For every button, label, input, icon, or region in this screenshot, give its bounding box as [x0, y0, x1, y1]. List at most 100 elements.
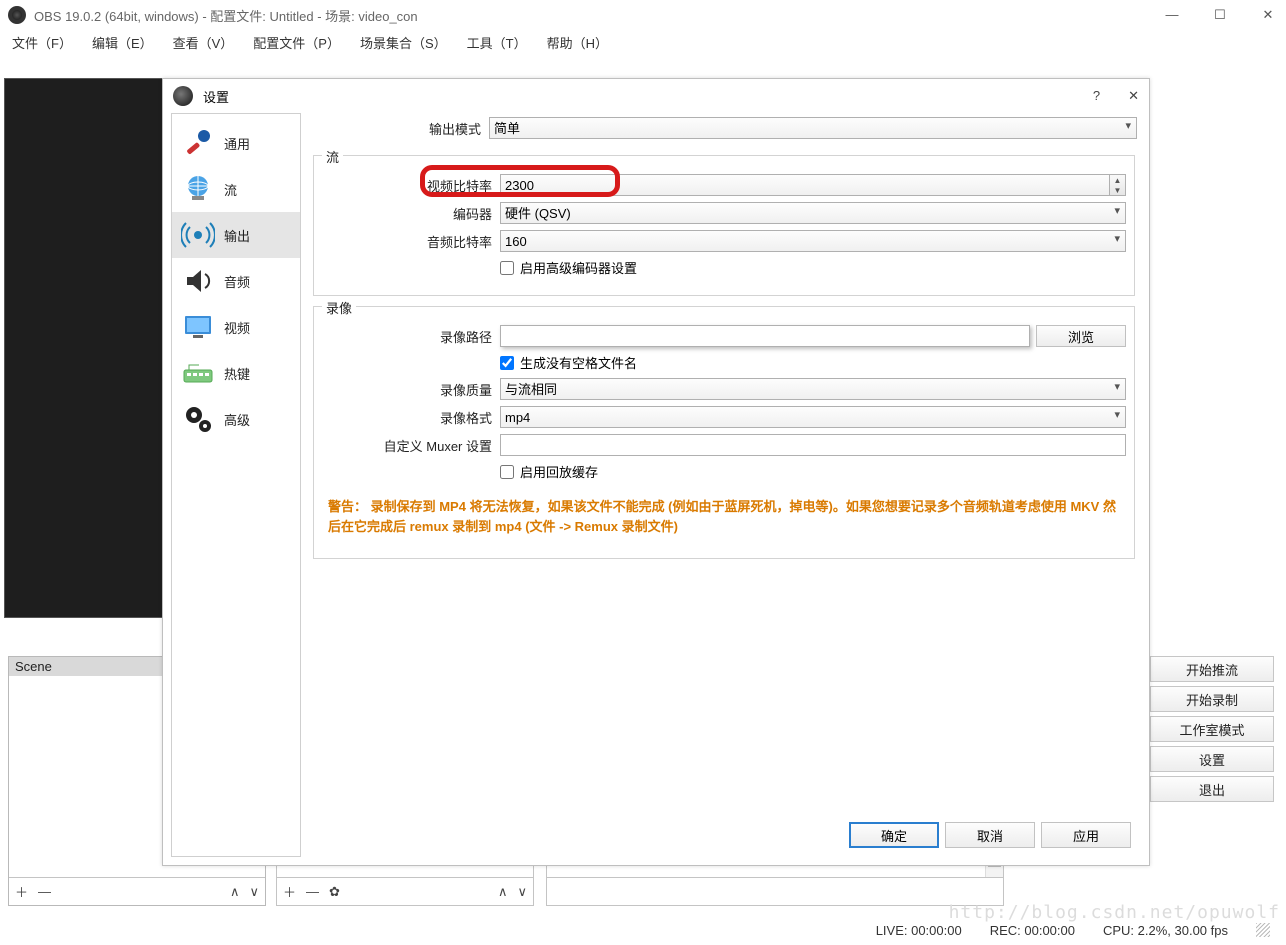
settings-sidebar: 通用 流 输出 音频 视频 热键 [171, 113, 301, 857]
obs-icon [173, 86, 193, 106]
custom-muxer-label: 自定义 Muxer 设置 [322, 436, 500, 455]
scenes-label: 场景 [10, 632, 36, 651]
gear-icon [180, 401, 216, 437]
exit-button[interactable]: 退出 [1150, 776, 1274, 802]
menu-scene-collection[interactable]: 场景集合（S） [354, 31, 453, 54]
stream-group-title: 流 [322, 147, 343, 166]
record-format-label: 录像格式 [322, 408, 500, 427]
window-title: OBS 19.0.2 (64bit, windows) - 配置文件: Unti… [34, 6, 418, 25]
wrench-icon [180, 125, 216, 161]
mp4-warning-text: 警告： 录制保存到 MP4 将无法恢复，如果该文件不能完成 (例如由于蓝屏死机，… [322, 487, 1126, 546]
menu-view[interactable]: 查看（V） [167, 31, 240, 54]
sources-settings-button[interactable]: ✿ [329, 884, 340, 900]
resize-grip-icon[interactable] [1256, 923, 1270, 937]
cancel-button[interactable]: 取消 [945, 822, 1035, 848]
dialog-close-button[interactable]: ✕ [1128, 88, 1139, 104]
src-move-down-button[interactable]: ∨ [517, 884, 527, 900]
help-button[interactable]: ? [1093, 88, 1100, 104]
scenes-toolbar: ＋ — ∧ ∨ [9, 877, 265, 905]
main-titlebar: OBS 19.0.2 (64bit, windows) - 配置文件: Unti… [0, 0, 1286, 30]
mixer-toolbar [547, 877, 1003, 905]
minimize-button[interactable]: — [1162, 7, 1182, 23]
record-quality-select[interactable]: 与流相同 [500, 378, 1126, 400]
sidebar-item-label: 热键 [224, 364, 250, 383]
monitor-icon [180, 309, 216, 345]
spinner-arrows[interactable]: ▲▼ [1109, 175, 1125, 195]
menu-profile[interactable]: 配置文件（P） [247, 31, 346, 54]
sidebar-item-stream[interactable]: 流 [172, 166, 300, 212]
no-space-filename-checkbox[interactable] [500, 356, 514, 370]
video-bitrate-input[interactable] [500, 174, 1126, 196]
close-button[interactable]: ✕ [1258, 7, 1278, 23]
keyboard-icon [180, 355, 216, 391]
broadcast-icon [180, 217, 216, 253]
start-stream-button[interactable]: 开始推流 [1150, 656, 1274, 682]
video-bitrate-label: 视频比特率 [322, 176, 500, 195]
dialog-title: 设置 [203, 87, 229, 106]
add-source-button[interactable]: ＋ [283, 882, 296, 901]
enable-replay-buffer-checkbox[interactable] [500, 465, 514, 479]
record-groupbox: 录像 录像路径 浏览 生成没有空格文件名 录像质量 与流相同 [313, 306, 1135, 559]
record-group-title: 录像 [322, 298, 356, 317]
enable-advanced-encoder-checkbox[interactable] [500, 261, 514, 275]
move-up-button[interactable]: ∧ [230, 884, 240, 900]
record-quality-label: 录像质量 [322, 380, 500, 399]
remove-scene-button[interactable]: — [38, 884, 51, 899]
record-path-label: 录像路径 [322, 327, 500, 346]
move-down-button[interactable]: ∨ [249, 884, 259, 900]
speaker-icon [180, 263, 216, 299]
settings-dialog: 设置 ? ✕ 通用 流 输出 音频 [162, 78, 1150, 866]
start-record-button[interactable]: 开始录制 [1150, 686, 1274, 712]
statusbar: LIVE: 00:00:00 REC: 00:00:00 CPU: 2.2%, … [0, 919, 1276, 941]
sources-toolbar: ＋ — ✿ ∧ ∨ [277, 877, 533, 905]
sidebar-item-advanced[interactable]: 高级 [172, 396, 300, 442]
globe-icon [180, 171, 216, 207]
sidebar-item-audio[interactable]: 音频 [172, 258, 300, 304]
menu-tools[interactable]: 工具（T） [461, 31, 533, 54]
sidebar-item-label: 高级 [224, 410, 250, 429]
menu-help[interactable]: 帮助（H） [541, 31, 614, 54]
sidebar-item-label: 视频 [224, 318, 250, 337]
obs-icon [8, 6, 26, 24]
src-move-up-button[interactable]: ∧ [498, 884, 508, 900]
enable-replay-buffer-label: 启用回放缓存 [520, 462, 598, 481]
status-rec: REC: 00:00:00 [990, 923, 1075, 938]
record-format-select[interactable]: mp4 [500, 406, 1126, 428]
output-mode-select[interactable]: 简单 [489, 117, 1137, 139]
sidebar-item-label: 通用 [224, 134, 250, 153]
menu-edit[interactable]: 编辑（E） [86, 31, 159, 54]
ok-button[interactable]: 确定 [849, 822, 939, 848]
output-mode-label: 输出模式 [311, 119, 489, 138]
sidebar-item-label: 音频 [224, 272, 250, 291]
encoder-label: 编码器 [322, 204, 500, 223]
enable-advanced-encoder-label: 启用高级编码器设置 [520, 258, 637, 277]
no-space-filename-label: 生成没有空格文件名 [520, 353, 637, 372]
sidebar-item-label: 输出 [224, 226, 250, 245]
maximize-button[interactable]: ☐ [1210, 7, 1230, 23]
sidebar-item-output[interactable]: 输出 [172, 212, 300, 258]
browse-button[interactable]: 浏览 [1036, 325, 1126, 347]
add-scene-button[interactable]: ＋ [15, 882, 28, 901]
custom-muxer-input[interactable] [500, 434, 1126, 456]
status-live: LIVE: 00:00:00 [876, 923, 962, 938]
audio-bitrate-label: 音频比特率 [322, 232, 500, 251]
sidebar-item-hotkeys[interactable]: 热键 [172, 350, 300, 396]
audio-bitrate-select[interactable]: 160 [500, 230, 1126, 252]
record-path-input[interactable] [500, 325, 1030, 347]
sidebar-item-video[interactable]: 视频 [172, 304, 300, 350]
status-cpu: CPU: 2.2%, 30.00 fps [1103, 923, 1228, 938]
menubar: 文件（F） 编辑（E） 查看（V） 配置文件（P） 场景集合（S） 工具（T） … [0, 30, 1286, 54]
control-buttons: 开始推流 开始录制 工作室模式 设置 退出 [1150, 656, 1274, 802]
remove-source-button[interactable]: — [306, 884, 319, 899]
apply-button[interactable]: 应用 [1041, 822, 1131, 848]
settings-content: 输出模式 简单 流 视频比特率 ▲▼ 编码器 硬件 (QSV) [307, 113, 1141, 857]
menu-file[interactable]: 文件（F） [6, 31, 78, 54]
studio-mode-button[interactable]: 工作室模式 [1150, 716, 1274, 742]
encoder-select[interactable]: 硬件 (QSV) [500, 202, 1126, 224]
dialog-footer: 确定 取消 应用 [311, 813, 1137, 857]
sidebar-item-label: 流 [224, 180, 237, 199]
dialog-titlebar: 设置 ? ✕ [163, 79, 1149, 113]
stream-groupbox: 流 视频比特率 ▲▼ 编码器 硬件 (QSV) 音频比特率 160 [313, 155, 1135, 296]
settings-button[interactable]: 设置 [1150, 746, 1274, 772]
sidebar-item-general[interactable]: 通用 [172, 120, 300, 166]
